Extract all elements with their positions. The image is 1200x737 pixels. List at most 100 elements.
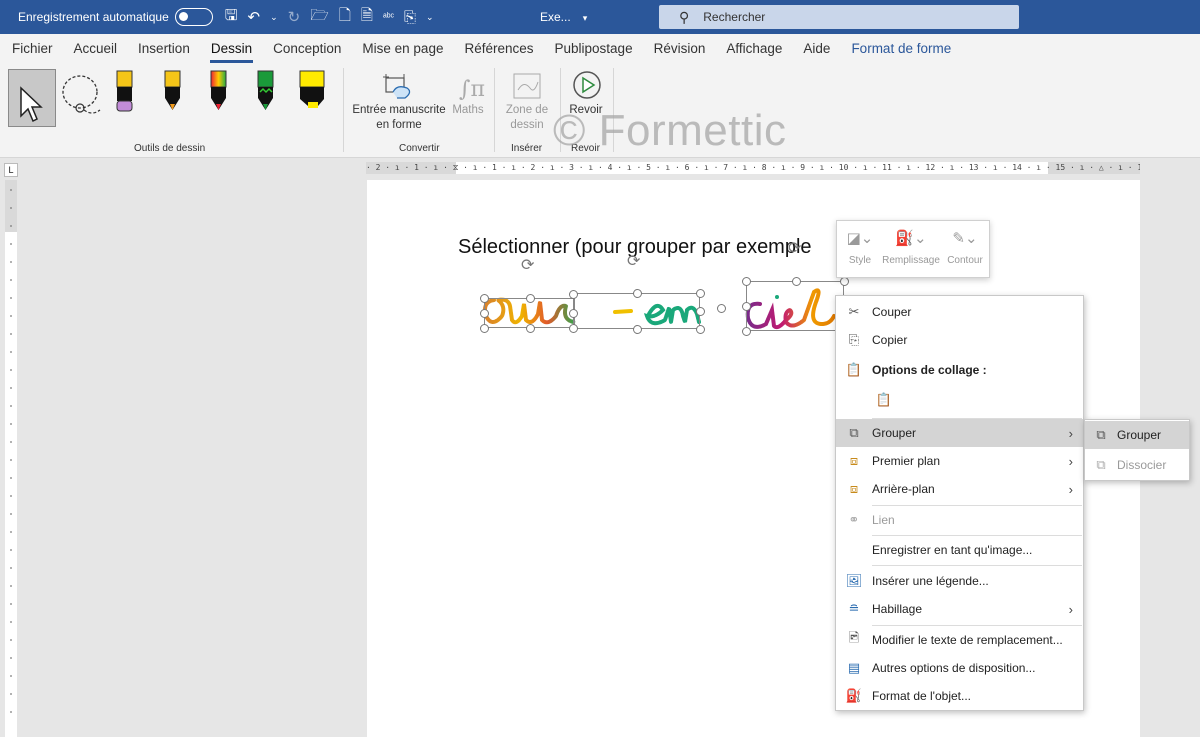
ink-to-shape-icon[interactable] — [383, 70, 415, 102]
copy-icon: ⎘ — [848, 332, 860, 347]
tab-fichier[interactable]: Fichier — [0, 34, 63, 64]
pen-orange-icon[interactable] — [160, 68, 186, 114]
tab-publipostage[interactable]: Publipostage — [544, 34, 643, 64]
menu-item-copy[interactable]: ⎘ Copier — [836, 326, 1083, 354]
submenu-item-group[interactable]: ⧉ Grouper — [1085, 421, 1189, 449]
resize-handle[interactable] — [742, 327, 751, 336]
resize-handle[interactable] — [480, 294, 489, 303]
clipboard-icon: 📋 — [845, 362, 863, 377]
vertical-ruler[interactable] — [5, 180, 17, 737]
replay-icon[interactable] — [571, 69, 603, 101]
tab-aide[interactable]: Aide — [793, 34, 841, 64]
format-object-icon: ⛽ — [845, 688, 863, 703]
menu-item-bring-forward-label: Premier plan — [872, 454, 941, 468]
paste-keep-source-button[interactable]: 📋 — [836, 386, 1083, 414]
autosave-toggle[interactable] — [174, 8, 213, 26]
rotate-handle-icon[interactable]: ⟳ — [788, 238, 801, 258]
ruler-ticks: · 2 · ı · 1 · ı · ⧖ · ı · 1 · ı · 2 · ı … — [366, 163, 1140, 172]
drawing-canvas-icon — [513, 73, 541, 99]
menu-item-link: ⚭ Lien — [836, 506, 1083, 534]
resize-handle[interactable] — [526, 294, 535, 303]
menu-item-link-label: Lien — [872, 513, 895, 527]
menu-item-copy-label: Copier — [872, 333, 908, 347]
ink-to-shape-button[interactable]: Entrée manuscrite en forme — [350, 103, 448, 133]
search-placeholder: Rechercher — [703, 10, 766, 24]
resize-handle[interactable] — [480, 309, 489, 318]
redo-icon[interactable]: ↻ — [288, 8, 301, 26]
tab-references[interactable]: Références — [454, 34, 544, 64]
resize-handle[interactable] — [696, 289, 705, 298]
resize-handle[interactable] — [569, 309, 578, 318]
highlighter-yellow-icon[interactable] — [296, 68, 330, 114]
resize-handle[interactable] — [480, 324, 489, 333]
tab-format-de-forme[interactable]: Format de forme — [841, 34, 962, 64]
group-label-drawing-tools: Outils de dessin — [134, 143, 206, 154]
rotate-handle-icon[interactable]: ⟳ — [521, 255, 534, 275]
drawing-canvas-label-1: Zone de — [505, 104, 549, 116]
tab-mise-en-page[interactable]: Mise en page — [352, 34, 454, 64]
tab-affichage[interactable]: Affichage — [716, 34, 793, 64]
menu-item-more-layout[interactable]: ▤ Autres options de disposition... — [836, 654, 1083, 682]
menu-item-wrap-text[interactable]: ≘ Habillage › — [836, 595, 1083, 623]
menu-item-bring-forward[interactable]: ⧈ Premier plan › — [836, 447, 1083, 475]
ink-to-shape-label-1: Entrée manuscrite — [352, 104, 446, 116]
resize-handle[interactable] — [569, 324, 578, 333]
document-name[interactable]: Exe... ▾ — [540, 10, 587, 24]
save-icon[interactable]: 🖫 — [225, 5, 238, 30]
watermark: © Formettic — [553, 106, 787, 155]
submenu-item-ungroup: ⧉ Dissocier — [1085, 451, 1189, 479]
title-bar: Enregistrement automatique 🖫 ↶ ⌄ ↻ 🗁 🗋 🗎… — [0, 0, 1200, 34]
pen-rainbow-icon[interactable] — [206, 68, 232, 114]
tab-insertion[interactable]: Insertion — [128, 34, 201, 64]
print-preview-icon[interactable]: 🗎 — [361, 5, 373, 30]
pencil-pink-icon[interactable] — [112, 68, 138, 114]
menu-item-send-backward-label: Arrière-plan — [872, 482, 935, 496]
resize-handle[interactable] — [696, 307, 705, 316]
menu-item-send-backward[interactable]: ⧈ Arrière-plan › — [836, 475, 1083, 503]
spelling-icon[interactable]: ᵃᵇᶜ — [383, 12, 394, 23]
resize-handle[interactable] — [526, 324, 535, 333]
menu-item-alt-text[interactable]: 🖻 Modifier le texte de remplacement... — [836, 626, 1083, 654]
search-box[interactable]: ⚲ Rechercher — [659, 5, 1019, 29]
pen-green-icon[interactable] — [253, 68, 279, 114]
tab-revision[interactable]: Révision — [643, 34, 716, 64]
resize-handle[interactable] — [633, 289, 642, 298]
customize-qat-icon[interactable]: ⌄ — [426, 12, 434, 23]
resize-handle[interactable] — [742, 277, 751, 286]
chevron-right-icon: › — [1068, 453, 1073, 469]
horizontal-ruler[interactable]: · 2 · ı · 1 · ı · ⧖ · ı · 1 · ı · 2 · ı … — [366, 162, 1140, 174]
caption-icon: 🖼 — [845, 573, 863, 588]
style-label: Style — [848, 255, 872, 266]
paint-bucket-icon: ⛽⌄ — [895, 230, 927, 247]
tab-selector[interactable]: L — [4, 163, 18, 177]
menu-item-cut[interactable]: ✂ Couper — [836, 298, 1083, 326]
bring-forward-icon: ⧈ — [849, 453, 859, 468]
lasso-select-icon[interactable] — [58, 70, 104, 120]
tab-dessin[interactable]: Dessin — [200, 34, 262, 64]
select-tool-button[interactable] — [8, 69, 56, 127]
menu-separator — [872, 565, 1082, 566]
new-document-icon[interactable]: 🗋 — [339, 5, 351, 30]
resize-handle[interactable] — [792, 277, 801, 286]
rotate-handle-icon[interactable]: ⟳ — [627, 251, 640, 271]
resize-handle[interactable] — [717, 304, 726, 313]
chevron-down-icon[interactable]: ⌄ — [270, 12, 278, 23]
context-menu: ✂ Couper ⎘ Copier 📋 Options de collage :… — [835, 295, 1084, 711]
alt-text-icon: 🖻 — [848, 630, 860, 645]
resize-handle[interactable] — [696, 325, 705, 334]
tab-conception[interactable]: Conception — [263, 34, 352, 64]
form-icon[interactable]: ⎘ — [404, 9, 416, 26]
open-folder-icon[interactable]: 🗁 — [310, 5, 329, 30]
menu-item-save-as-image[interactable]: Enregistrer en tant qu'image... — [836, 536, 1083, 564]
wrap-text-icon: ≘ — [848, 601, 860, 616]
menu-item-format-object[interactable]: ⛽ Format de l'objet... — [836, 682, 1083, 710]
resize-handle[interactable] — [633, 325, 642, 334]
resize-handle[interactable] — [840, 277, 849, 286]
menu-item-insert-caption[interactable]: 🖼 Insérer une légende... — [836, 567, 1083, 595]
resize-handle[interactable] — [742, 302, 751, 311]
undo-icon[interactable]: ↶ — [248, 8, 261, 26]
menu-item-group[interactable]: ⧉ Grouper › — [836, 419, 1083, 447]
mini-toolbar: ◪⌄ Style ⛽⌄ Remplissage ✎⌄ Contour — [836, 220, 990, 278]
tab-accueil[interactable]: Accueil — [63, 34, 128, 64]
resize-handle[interactable] — [569, 290, 578, 299]
